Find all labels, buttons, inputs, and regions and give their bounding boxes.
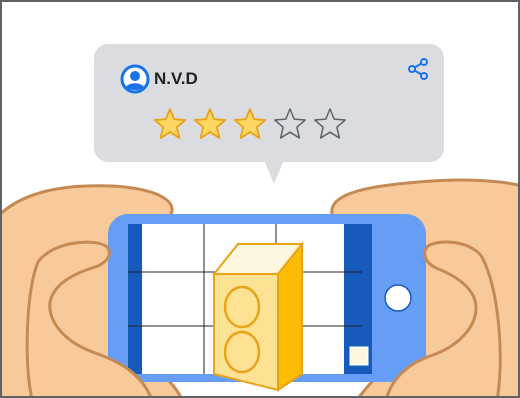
star-filled-icon[interactable] bbox=[153, 108, 187, 139]
bubble-tail bbox=[264, 160, 284, 184]
speaker-box-illustration bbox=[211, 241, 305, 392]
star-filled-icon[interactable] bbox=[233, 108, 267, 139]
share-icon[interactable] bbox=[406, 57, 430, 81]
illustration-frame: N.V.D bbox=[0, 0, 520, 398]
star-outline-icon[interactable] bbox=[314, 108, 346, 139]
account-circle-icon bbox=[120, 64, 150, 94]
star-outline-icon[interactable] bbox=[274, 108, 306, 139]
star-filled-icon[interactable] bbox=[193, 108, 227, 139]
reviewer-name: N.V.D bbox=[154, 69, 198, 88]
star-rating[interactable] bbox=[152, 105, 352, 145]
